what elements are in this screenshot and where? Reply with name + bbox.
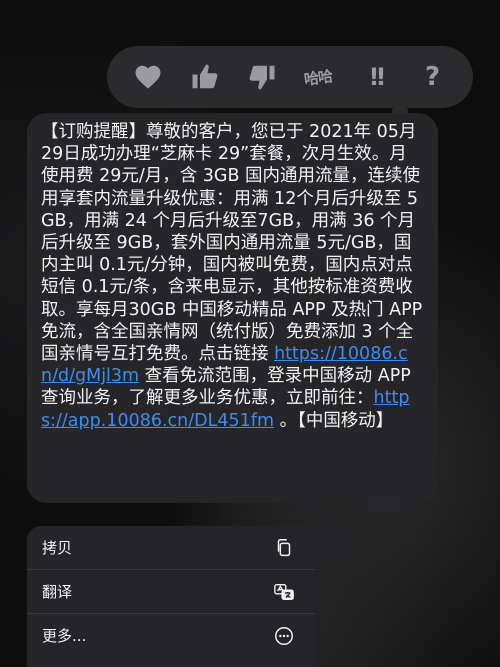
menu-item-translate[interactable]: 翻译 [27,570,315,614]
question-icon[interactable]: ? [411,55,455,99]
haha-icon[interactable]: 哈哈 [297,55,341,99]
thumbs-down-icon[interactable] [240,55,284,99]
menu-item-label: 拷贝 [42,539,73,557]
copy-icon [277,538,291,556]
message-text-part3: 。【中国移动】 [274,410,394,431]
message-text-part1: 【订购提醒】尊敬的客户，您已于 2021年 05月29日成功办理“芝麻卡 29”… [41,122,423,365]
translate-icon [274,583,294,600]
message-text: 【订购提醒】尊敬的客户，您已于 2021年 05月29日成功办理“芝麻卡 29”… [41,121,424,432]
menu-item-more[interactable]: 更多... [27,614,315,657]
menu-item-label: 翻译 [42,583,73,601]
message-bubble[interactable]: 【订购提醒】尊敬的客户，您已于 2021年 05月29日成功办理“芝麻卡 29”… [27,113,438,503]
more-icon [275,626,293,645]
tapback-bar: 哈哈 !! ? [107,46,473,108]
context-menu: 拷贝 翻译 更多... [27,526,315,667]
menu-item-label: 更多... [42,627,87,645]
heart-icon[interactable] [126,55,170,99]
thumbs-up-icon[interactable] [183,55,227,99]
menu-item-copy[interactable]: 拷贝 [27,526,315,570]
exclamation-icon[interactable]: !! [354,55,398,99]
